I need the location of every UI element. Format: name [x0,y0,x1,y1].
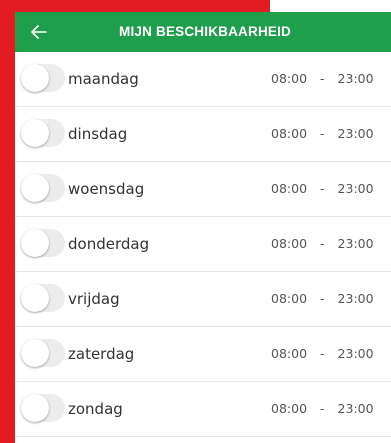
availability-list: maandag 08:00-23:00 dinsdag 08:00-23:00 … [15,52,391,437]
time-range: 08:00-23:00 [271,382,374,436]
toggle-knob [21,64,49,92]
page-title: MIJN BESCHIKBAARHEID [119,24,292,39]
day-toggle[interactable] [21,339,65,367]
toggle-knob [21,119,49,147]
day-row-zondag: zondag 08:00-23:00 [15,382,391,437]
availability-screen: MIJN BESCHIKBAARHEID maandag 08:00-23:00… [15,12,391,443]
day-label: vrijdag [68,290,120,308]
arrow-left-icon [31,25,47,39]
day-toggle[interactable] [21,284,65,312]
toggle-knob [21,284,49,312]
end-time[interactable]: 23:00 [338,71,374,86]
end-time[interactable]: 23:00 [338,236,374,251]
time-separator: - [320,346,325,361]
app-frame: MIJN BESCHIKBAARHEID maandag 08:00-23:00… [0,0,391,443]
time-range: 08:00-23:00 [271,162,374,216]
start-time[interactable]: 08:00 [271,401,307,416]
toggle-knob [21,339,49,367]
end-time[interactable]: 23:00 [338,291,374,306]
end-time[interactable]: 23:00 [338,346,374,361]
toggle-knob [21,394,49,422]
day-label: zondag [68,400,123,418]
day-label: woensdag [68,180,145,198]
time-separator: - [320,236,325,251]
toggle-knob [21,229,49,257]
end-time[interactable]: 23:00 [338,401,374,416]
end-time[interactable]: 23:00 [338,181,374,196]
toggle-knob [21,174,49,202]
time-range: 08:00-23:00 [271,217,374,271]
time-range: 08:00-23:00 [271,327,374,381]
day-row-donderdag: donderdag 08:00-23:00 [15,217,391,272]
day-row-dinsdag: dinsdag 08:00-23:00 [15,107,391,162]
day-toggle[interactable] [21,394,65,422]
day-toggle[interactable] [21,119,65,147]
time-separator: - [320,71,325,86]
start-time[interactable]: 08:00 [271,236,307,251]
time-separator: - [320,126,325,141]
start-time[interactable]: 08:00 [271,71,307,86]
time-range: 08:00-23:00 [271,272,374,326]
day-toggle[interactable] [21,64,65,92]
day-label: zaterdag [68,345,135,363]
day-label: maandag [68,70,139,88]
back-button[interactable] [19,12,59,52]
day-row-maandag: maandag 08:00-23:00 [15,52,391,107]
top-accent-strip [0,0,270,12]
start-time[interactable]: 08:00 [271,126,307,141]
day-toggle[interactable] [21,174,65,202]
day-row-zaterdag: zaterdag 08:00-23:00 [15,327,391,382]
start-time[interactable]: 08:00 [271,346,307,361]
app-header: MIJN BESCHIKBAARHEID [15,12,391,52]
time-separator: - [320,401,325,416]
start-time[interactable]: 08:00 [271,291,307,306]
time-range: 08:00-23:00 [271,52,374,106]
day-label: donderdag [68,235,150,253]
day-label: dinsdag [68,125,128,143]
end-time[interactable]: 23:00 [338,126,374,141]
left-accent-bar [0,0,15,443]
day-toggle[interactable] [21,229,65,257]
day-row-vrijdag: vrijdag 08:00-23:00 [15,272,391,327]
time-separator: - [320,291,325,306]
start-time[interactable]: 08:00 [271,181,307,196]
time-separator: - [320,181,325,196]
time-range: 08:00-23:00 [271,107,374,161]
day-row-woensdag: woensdag 08:00-23:00 [15,162,391,217]
